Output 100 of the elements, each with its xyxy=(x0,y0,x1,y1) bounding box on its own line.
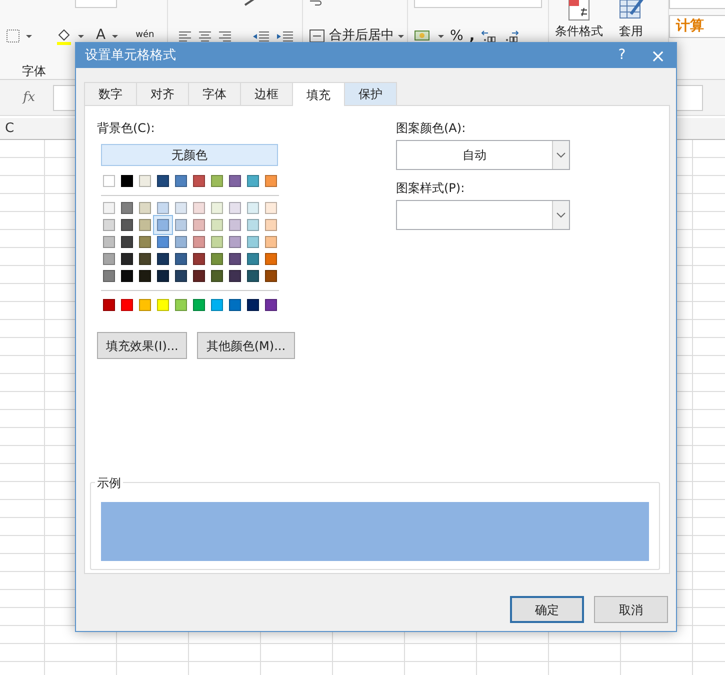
color-swatch[interactable] xyxy=(103,175,115,187)
fill-effects-button[interactable]: 填充效果(I)... xyxy=(97,332,188,359)
color-swatch[interactable] xyxy=(193,299,205,311)
color-swatch[interactable] xyxy=(157,202,169,214)
color-swatch[interactable] xyxy=(193,253,205,265)
color-swatch[interactable] xyxy=(139,236,151,248)
color-swatch[interactable] xyxy=(121,175,133,187)
color-swatch[interactable] xyxy=(193,202,205,214)
color-swatch[interactable] xyxy=(229,299,241,311)
comma-button[interactable]: , xyxy=(469,26,475,46)
color-swatch[interactable] xyxy=(211,219,223,231)
color-swatch[interactable] xyxy=(265,299,277,311)
color-swatch[interactable] xyxy=(121,253,133,265)
color-swatch[interactable] xyxy=(247,236,259,248)
phonetic-button[interactable]: wén xyxy=(136,29,154,43)
color-swatch[interactable] xyxy=(139,253,151,265)
merge-center-button[interactable]: 合并后居中 xyxy=(329,26,394,46)
color-swatch[interactable] xyxy=(229,253,241,265)
color-swatch[interactable] xyxy=(175,175,187,187)
color-swatch[interactable] xyxy=(175,270,187,282)
color-swatch[interactable] xyxy=(139,202,151,214)
color-swatch[interactable] xyxy=(103,253,115,265)
color-swatch[interactable] xyxy=(229,219,241,231)
color-swatch[interactable] xyxy=(211,253,223,265)
color-swatch[interactable] xyxy=(247,175,259,187)
color-swatch[interactable] xyxy=(247,202,259,214)
caret-icon[interactable] xyxy=(26,34,32,38)
caret-icon[interactable] xyxy=(398,34,404,38)
color-swatch[interactable] xyxy=(121,299,133,311)
color-swatch[interactable] xyxy=(193,219,205,231)
color-swatch[interactable] xyxy=(211,236,223,248)
color-swatch[interactable] xyxy=(247,270,259,282)
caret-icon[interactable] xyxy=(112,34,118,38)
tab[interactable]: 填充 xyxy=(292,82,345,106)
color-swatch[interactable] xyxy=(103,299,115,311)
color-swatch[interactable] xyxy=(229,175,241,187)
decrease-indent-icon[interactable] xyxy=(252,30,270,42)
color-swatch[interactable] xyxy=(247,219,259,231)
percent-button[interactable]: % xyxy=(450,26,464,46)
color-swatch[interactable] xyxy=(103,236,115,248)
function-button[interactable]: fx xyxy=(23,88,36,108)
conditional-format-button[interactable]: 条件格式 xyxy=(555,22,603,40)
color-swatch[interactable] xyxy=(193,175,205,187)
color-swatch[interactable] xyxy=(229,236,241,248)
tab[interactable]: 数字 xyxy=(84,82,137,105)
paint-bucket-icon[interactable] xyxy=(56,27,72,45)
color-swatch[interactable] xyxy=(211,299,223,311)
color-swatch[interactable] xyxy=(175,236,187,248)
color-swatch[interactable] xyxy=(157,270,169,282)
color-swatch[interactable] xyxy=(247,299,259,311)
color-swatch[interactable] xyxy=(139,175,151,187)
color-swatch[interactable] xyxy=(157,236,169,248)
tab[interactable]: 保护 xyxy=(344,82,397,105)
color-swatch[interactable] xyxy=(265,175,277,187)
color-swatch[interactable] xyxy=(175,219,187,231)
color-swatch[interactable] xyxy=(139,270,151,282)
color-swatch[interactable] xyxy=(193,270,205,282)
more-colors-button[interactable]: 其他颜色(M)... xyxy=(197,332,295,359)
color-swatch[interactable] xyxy=(229,270,241,282)
no-color-button[interactable]: 无颜色 xyxy=(101,144,278,166)
color-swatch[interactable] xyxy=(157,299,169,311)
color-swatch[interactable] xyxy=(265,270,277,282)
color-swatch[interactable] xyxy=(265,219,277,231)
caret-icon[interactable] xyxy=(78,34,84,38)
color-swatch[interactable] xyxy=(175,202,187,214)
color-swatch[interactable] xyxy=(175,299,187,311)
currency-icon[interactable] xyxy=(414,29,432,43)
color-swatch[interactable] xyxy=(139,299,151,311)
color-swatch[interactable] xyxy=(211,175,223,187)
color-swatch[interactable] xyxy=(247,253,259,265)
caret-icon[interactable] xyxy=(438,34,444,38)
color-swatch[interactable] xyxy=(193,236,205,248)
align-right-icon[interactable] xyxy=(218,30,232,42)
align-center-icon[interactable] xyxy=(198,30,212,42)
borders-icon[interactable] xyxy=(6,29,20,43)
color-swatch[interactable] xyxy=(265,236,277,248)
chevron-down-icon[interactable] xyxy=(556,152,566,158)
color-swatch[interactable] xyxy=(229,202,241,214)
chevron-down-icon[interactable] xyxy=(556,212,566,218)
color-swatch[interactable] xyxy=(211,270,223,282)
color-swatch[interactable] xyxy=(121,236,133,248)
color-swatch[interactable] xyxy=(157,253,169,265)
pattern-style-dropdown[interactable] xyxy=(396,200,570,230)
color-swatch[interactable] xyxy=(265,202,277,214)
increase-decimal-icon[interactable] xyxy=(480,29,497,43)
cancel-button[interactable]: 取消 xyxy=(594,596,668,623)
color-swatch[interactable] xyxy=(157,175,169,187)
column-header[interactable]: C xyxy=(5,118,14,138)
color-swatch[interactable] xyxy=(121,270,133,282)
color-swatch[interactable] xyxy=(103,219,115,231)
increase-indent-icon[interactable] xyxy=(276,30,294,42)
color-swatch[interactable] xyxy=(139,219,151,231)
ok-button[interactable]: 确定 xyxy=(510,596,584,623)
color-swatch[interactable] xyxy=(175,253,187,265)
align-left-icon[interactable] xyxy=(178,30,192,42)
color-swatch[interactable] xyxy=(121,219,133,231)
color-swatch[interactable] xyxy=(103,270,115,282)
table-format-button[interactable]: 套用 xyxy=(619,22,643,40)
color-swatch[interactable] xyxy=(265,253,277,265)
pattern-color-dropdown[interactable]: 自动 xyxy=(396,140,570,170)
